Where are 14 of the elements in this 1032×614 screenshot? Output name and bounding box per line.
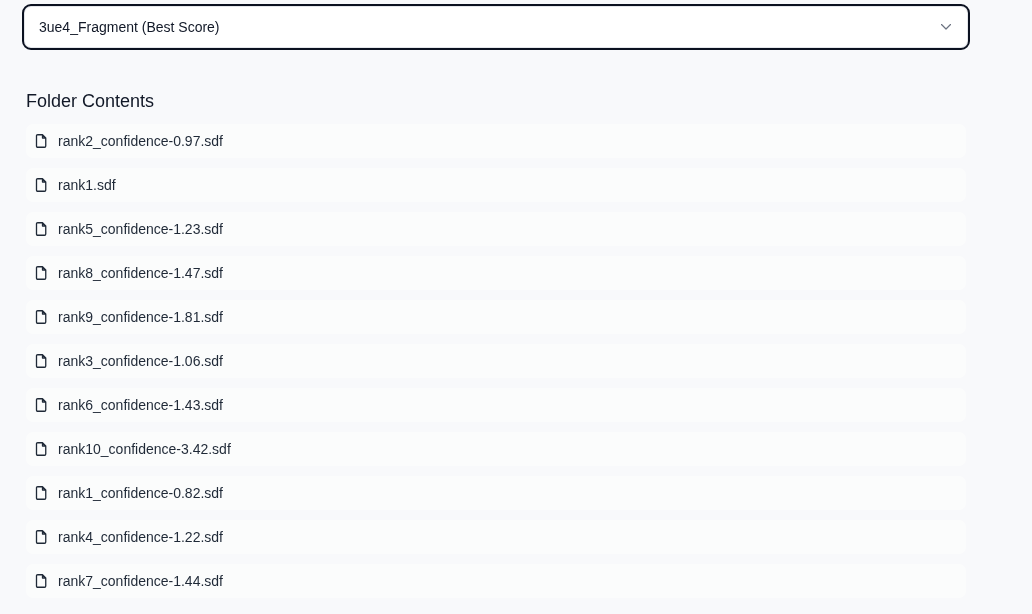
file-icon <box>35 178 47 192</box>
file-icon <box>35 222 47 236</box>
file-icon <box>35 310 47 324</box>
file-icon <box>35 442 47 456</box>
file-icon <box>35 354 47 368</box>
file-icon <box>35 574 47 588</box>
file-icon <box>35 134 47 148</box>
section-heading: Folder Contents <box>26 90 156 112</box>
file-icon <box>35 266 47 280</box>
file-icon <box>35 486 47 500</box>
file-icon <box>35 398 47 412</box>
chevron-down-icon <box>941 24 951 30</box>
file-icon <box>35 530 47 544</box>
dropdown[interactable]: 3ue4_Fragment (Best Score) <box>22 4 970 50</box>
